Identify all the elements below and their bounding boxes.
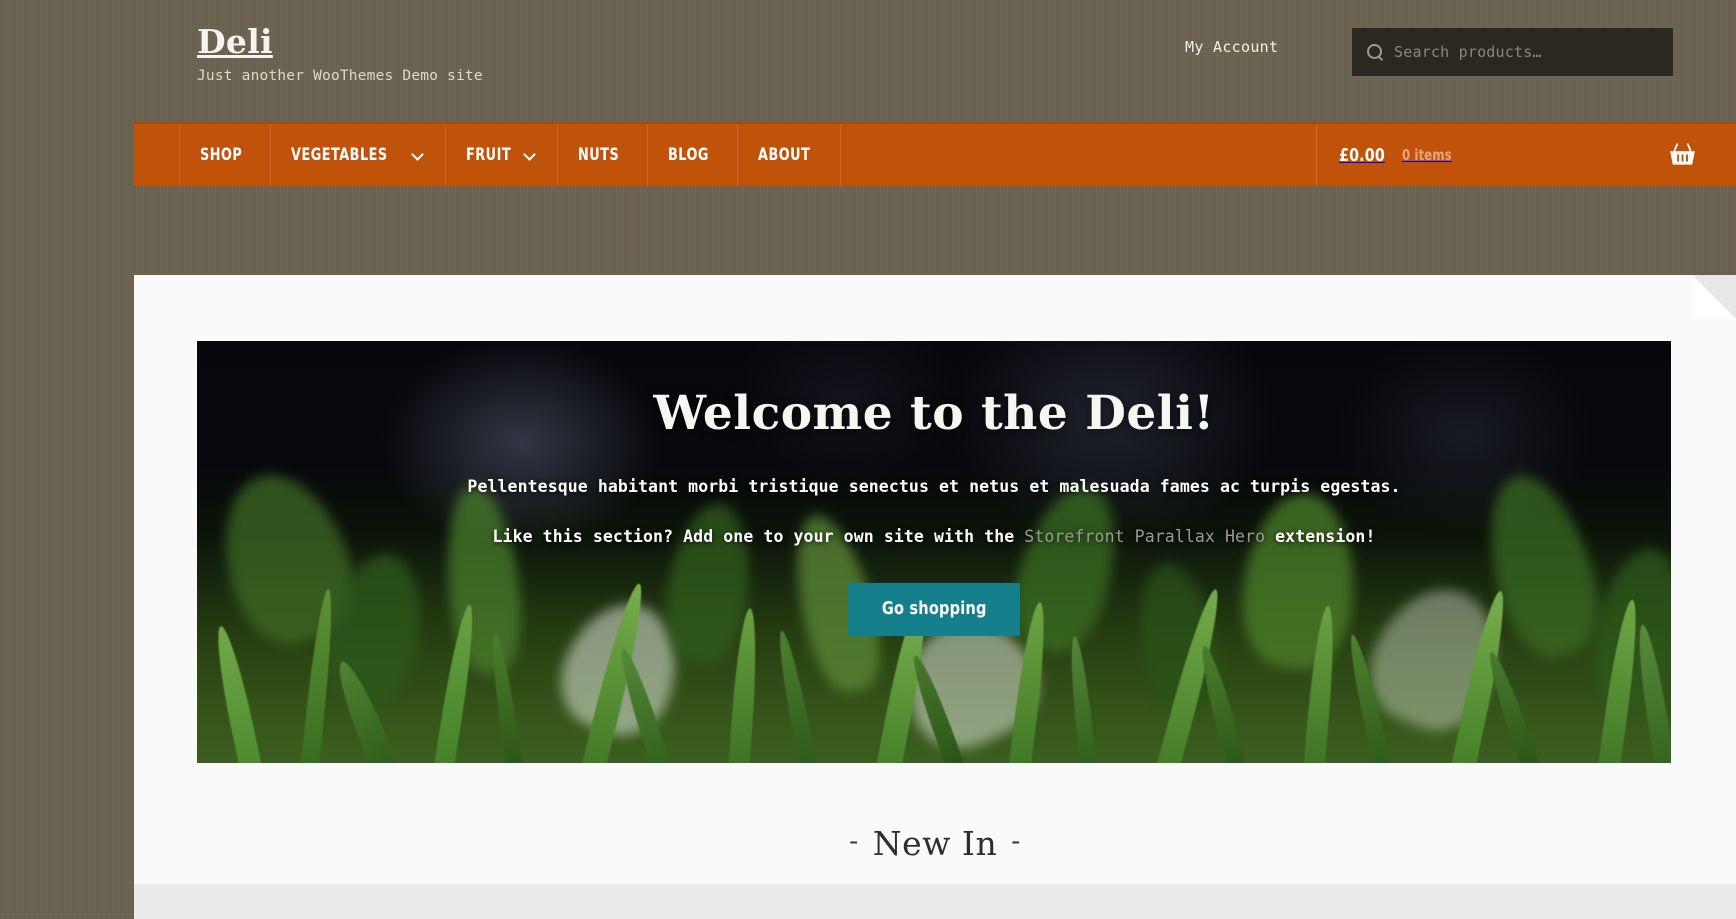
hero-paragraph-primary: Pellentesque habitant morbi tristique se… bbox=[467, 477, 1401, 496]
hero-paragraph-secondary-after: extension! bbox=[1265, 527, 1376, 546]
hero-content: Welcome to the Deli! Pellentesque habita… bbox=[197, 385, 1671, 636]
chevron-down-icon[interactable] bbox=[411, 148, 425, 162]
nav-item-label: Fruit bbox=[465, 145, 511, 165]
nav-item-label: Shop bbox=[200, 145, 243, 165]
site-title[interactable]: Deli bbox=[197, 22, 273, 61]
nav-item-vegetables[interactable]: Vegetables bbox=[271, 124, 446, 186]
cart-amount: £0.00 bbox=[1339, 144, 1386, 166]
section-title: - New In - bbox=[134, 820, 1736, 866]
chevron-down-icon[interactable] bbox=[523, 148, 537, 162]
nav-item-label: Nuts bbox=[578, 145, 620, 165]
section-divider-strip bbox=[134, 884, 1736, 919]
storefront-parallax-hero-link[interactable]: Storefront Parallax Hero bbox=[1024, 527, 1265, 546]
site-description: Just another WooThemes Demo site bbox=[197, 68, 483, 84]
go-shopping-button-label: Go shopping bbox=[881, 598, 987, 619]
corner-fold-decoration bbox=[1692, 275, 1736, 319]
nav-item-label: Vegetables bbox=[291, 145, 389, 165]
search-icon bbox=[1366, 43, 1384, 61]
shopping-basket-icon bbox=[1669, 143, 1695, 165]
nav-list: Shop Vegetables Fruit Nuts Blog About bbox=[179, 124, 842, 186]
primary-navigation: Shop Vegetables Fruit Nuts Blog About £0… bbox=[134, 122, 1736, 186]
nav-item-shop[interactable]: Shop bbox=[179, 124, 272, 186]
site-branding: Deli Just another WooThemes Demo site bbox=[197, 22, 483, 87]
product-search-form[interactable] bbox=[1352, 28, 1673, 76]
cart-contents-link[interactable]: £0.00 0 items bbox=[1316, 124, 1478, 186]
cart-button[interactable] bbox=[1628, 124, 1736, 186]
content-sheet: Welcome to the Deli! Pellentesque habita… bbox=[134, 275, 1736, 919]
nav-item-blog[interactable]: Blog bbox=[648, 124, 739, 186]
hero-paragraph-secondary-before: Like this section? Add one to your own s… bbox=[492, 527, 1025, 546]
nav-item-nuts[interactable]: Nuts bbox=[558, 124, 649, 186]
hero-title: Welcome to the Deli! bbox=[653, 386, 1215, 441]
hero-paragraph-secondary: Like this section? Add one to your own s… bbox=[197, 523, 1671, 551]
go-shopping-button[interactable]: Go shopping bbox=[847, 583, 1021, 636]
site-header: Deli Just another WooThemes Demo site My… bbox=[0, 0, 1736, 122]
nav-item-fruit[interactable]: Fruit bbox=[446, 124, 559, 186]
my-account-link[interactable]: My Account bbox=[1185, 38, 1278, 56]
section-dash-left: - bbox=[849, 826, 859, 857]
nav-item-about[interactable]: About bbox=[738, 124, 842, 186]
section-dash-right: - bbox=[1011, 826, 1021, 857]
nav-item-label: Blog bbox=[668, 145, 710, 165]
hero-banner: Welcome to the Deli! Pellentesque habita… bbox=[197, 341, 1671, 763]
search-input[interactable] bbox=[1394, 43, 1659, 61]
nav-item-label: About bbox=[758, 145, 811, 165]
cart-item-count: 0 items bbox=[1401, 146, 1452, 164]
new-in-section-header: - New In - bbox=[134, 820, 1736, 866]
section-title-text: New In bbox=[872, 824, 998, 863]
